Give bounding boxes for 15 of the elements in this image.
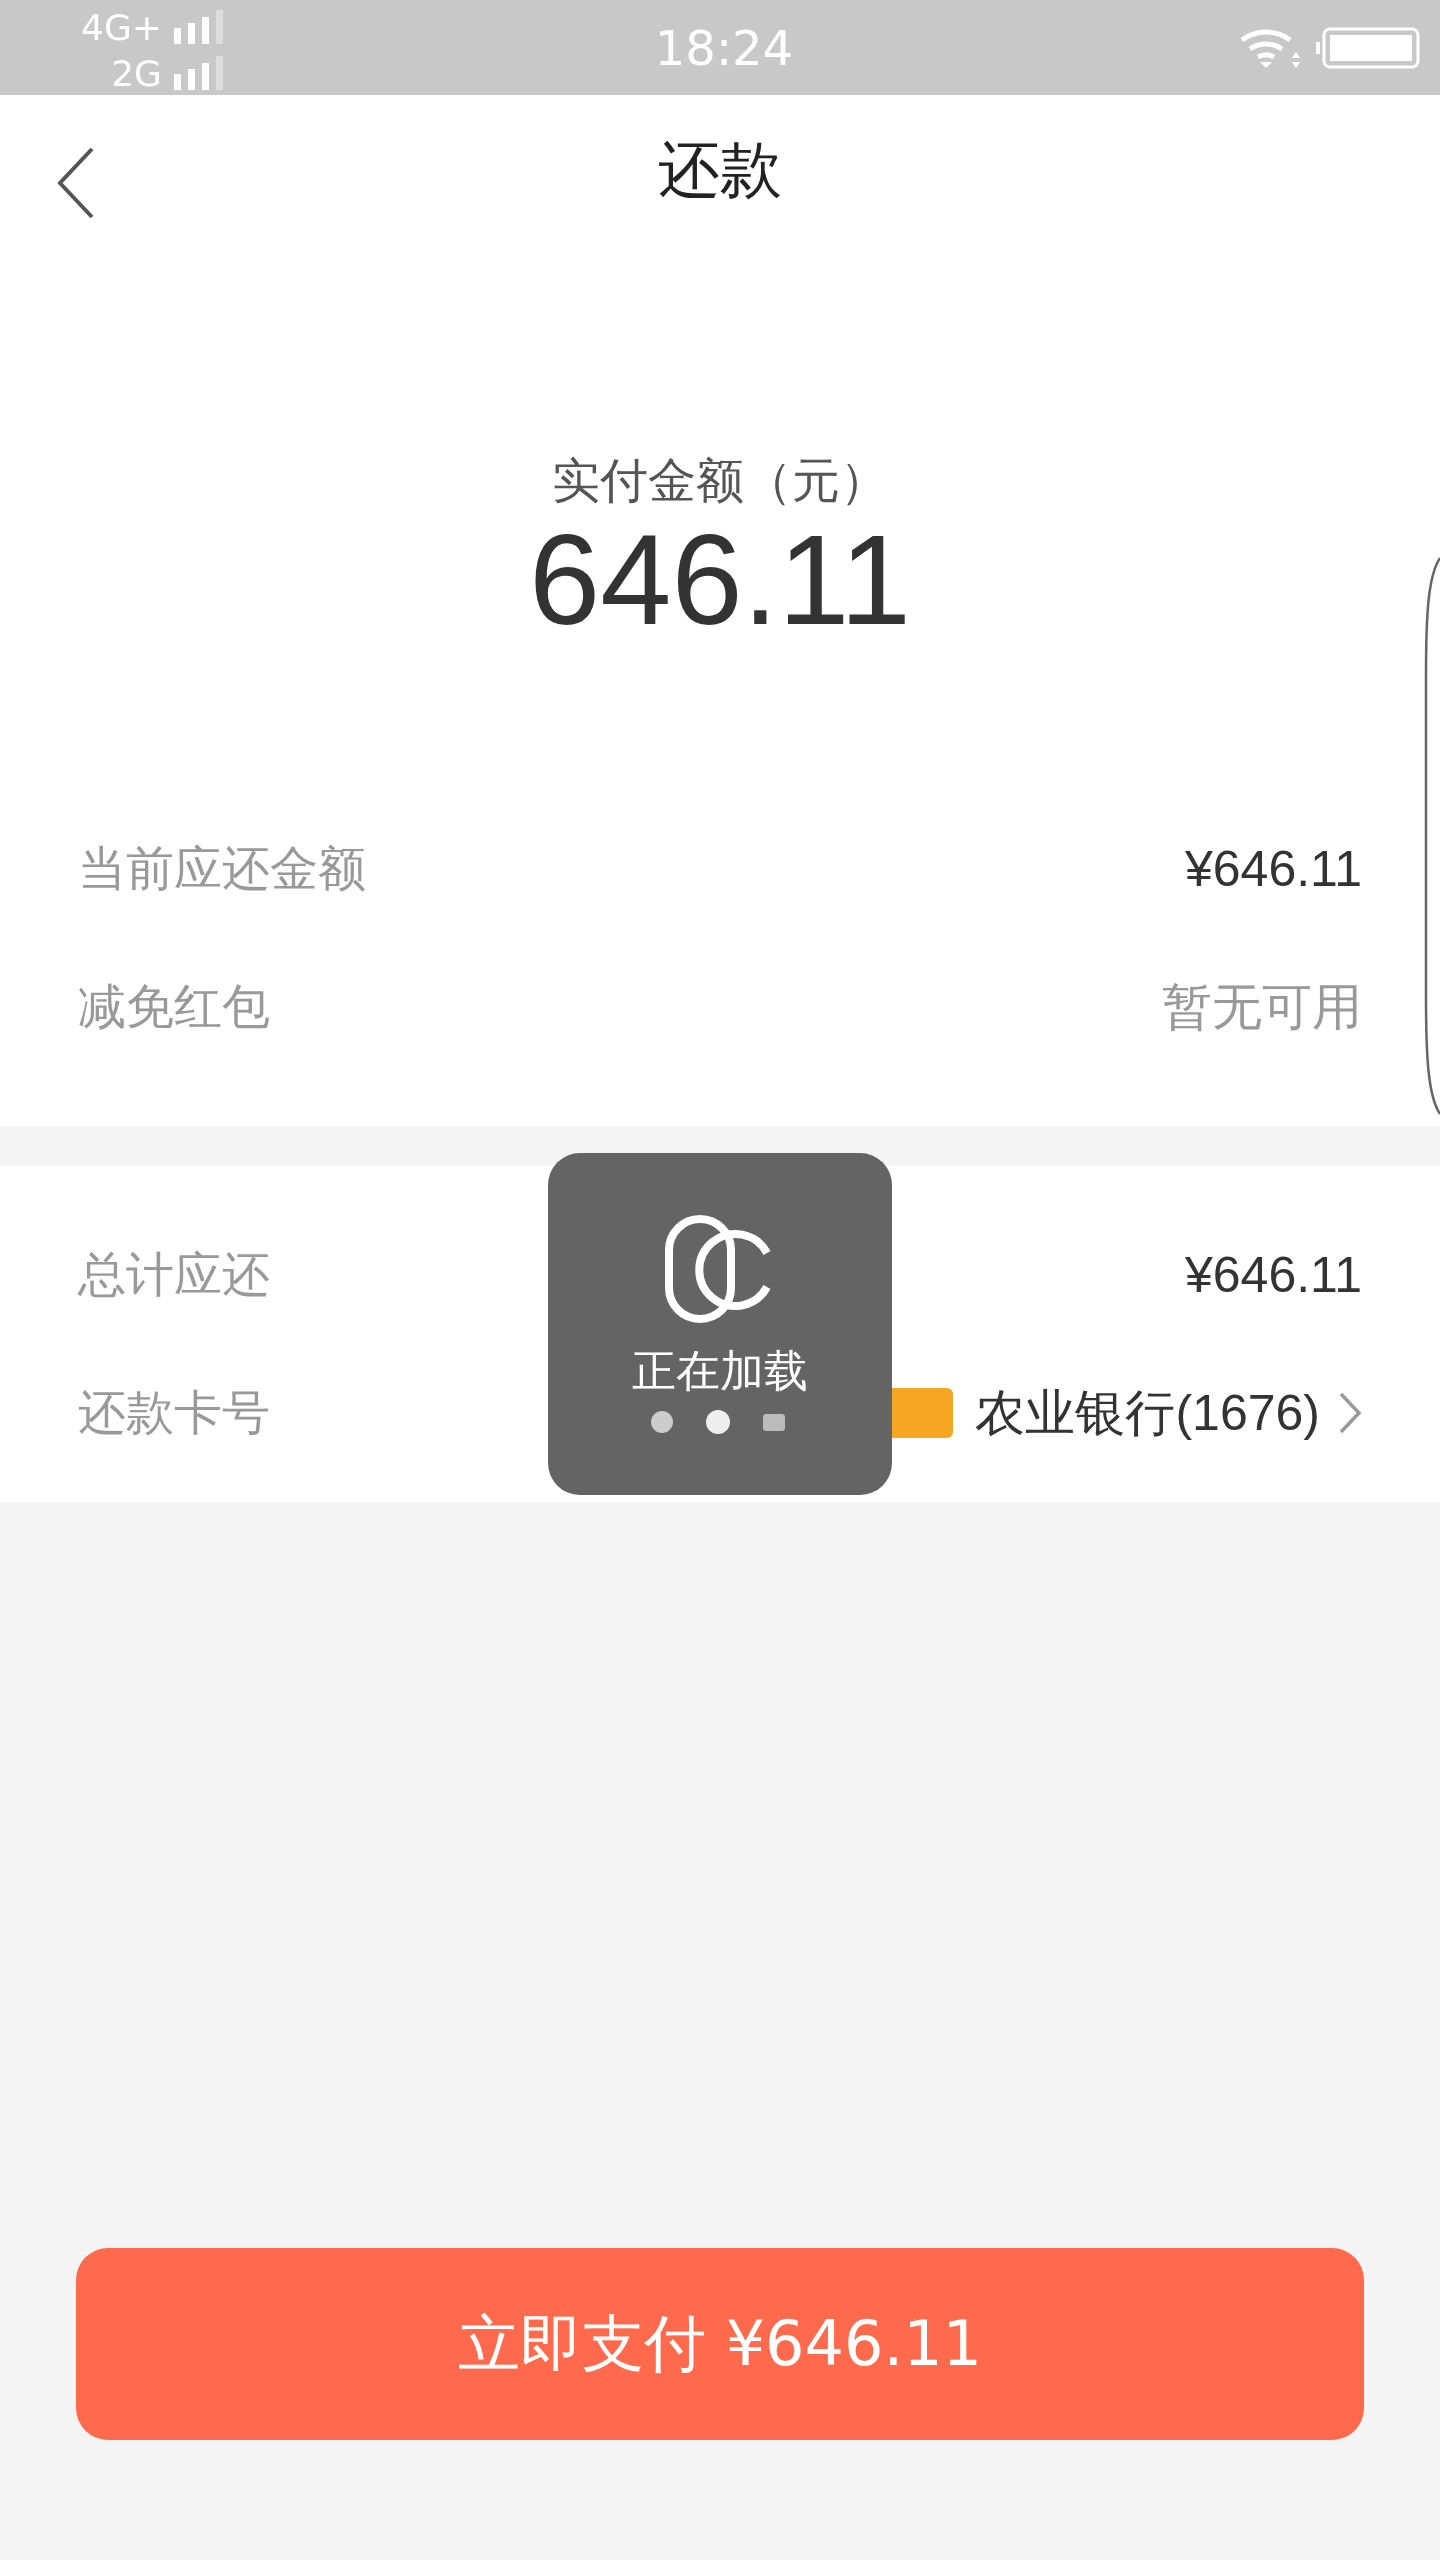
row-label: 总计应还 — [78, 1245, 270, 1304]
battery-icon — [1316, 25, 1420, 70]
page-title: 还款 — [658, 132, 782, 208]
chevron-icon[interactable] — [1338, 1391, 1362, 1435]
row-value: 暂无可用 — [1162, 977, 1362, 1037]
amount-value: 646.11 — [529, 510, 911, 650]
row-label: 还款卡号 — [78, 1383, 270, 1442]
back-icon[interactable] — [56, 147, 96, 219]
row-label: 减免红包 — [78, 977, 270, 1036]
row-value: ¥646.11 — [1184, 1246, 1362, 1304]
loading-text: 正在加载 — [632, 1344, 808, 1398]
amount-label: 实付金额（元） — [552, 451, 888, 510]
bank-card-value[interactable]: 农业银行(1676) — [975, 1379, 1320, 1447]
row-value: ¥646.11 — [1184, 840, 1362, 898]
row-label: 当前应还金额 — [78, 839, 366, 898]
